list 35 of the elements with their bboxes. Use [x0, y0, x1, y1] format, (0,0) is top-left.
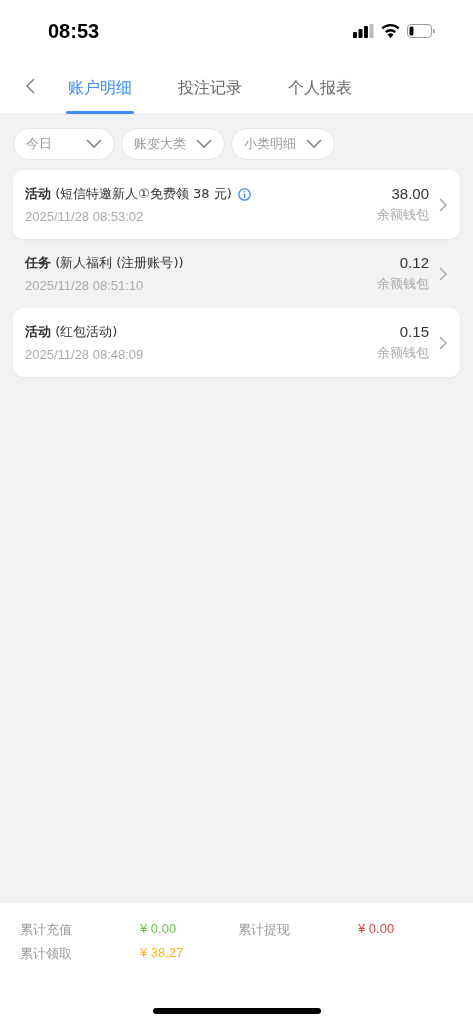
wallet-label: 余额钱包 [377, 344, 429, 362]
record-row[interactable]: 任务 (新人福利 (注册账号)) 2025/11/28 08:51:10 0.12 余额钱包 [13, 239, 460, 308]
chevron-down-icon [196, 139, 212, 149]
record-card[interactable]: 活动 (红包活动) 2025/11/28 08:48:09 0.15 余额钱包 [13, 308, 460, 377]
tab[interactable]: 个人报表 [274, 62, 366, 114]
record-card[interactable]: 活动 (短信特邀新人①免费领 38 元) 2025/11/28 08:53:02 38.00 余额钱包 [13, 170, 460, 239]
wallet-label: 余额钱包 [377, 275, 429, 293]
record-title: 任务 (新人福利 (注册账号)) [25, 254, 184, 272]
record-amount: 0.12 [399, 254, 429, 271]
record-time: 2025/11/28 08:51:10 [25, 278, 145, 293]
record-time: 2025/11/28 08:53:02 [25, 209, 145, 224]
record-title: 活动 (短信特邀新人①免费领 38 元) [25, 185, 232, 203]
summary-value: ¥ 0.00 [140, 921, 178, 938]
chevron-down-icon [306, 139, 322, 149]
signal-icon [353, 24, 374, 38]
summary-value: ¥ 0.00 [358, 921, 396, 938]
summary-label: 累计提现 [238, 921, 291, 939]
chevron-right-icon [439, 266, 448, 281]
tab[interactable]: 投注记录 [164, 62, 256, 114]
record-amount: 38.00 [391, 185, 429, 202]
battery-icon [407, 24, 435, 38]
summary-value: ¥ 38.27 [140, 945, 185, 962]
record-time: 2025/11/28 08:48:09 [25, 347, 145, 362]
info-icon[interactable] [237, 187, 251, 201]
summary-label: 累计充值 [20, 921, 73, 939]
summary-label: 累计领取 [20, 945, 73, 963]
wifi-icon [381, 24, 400, 38]
chevron-right-icon [439, 335, 448, 350]
record-amount: 0.15 [399, 323, 429, 340]
wallet-label: 余额钱包 [377, 206, 429, 224]
chevron-down-icon [86, 139, 102, 149]
status-time: 08:53 [48, 19, 100, 43]
chevron-right-icon [439, 197, 448, 212]
tab[interactable]: 账户明细 [54, 62, 146, 114]
record-title: 活动 (红包活动) [25, 323, 118, 341]
